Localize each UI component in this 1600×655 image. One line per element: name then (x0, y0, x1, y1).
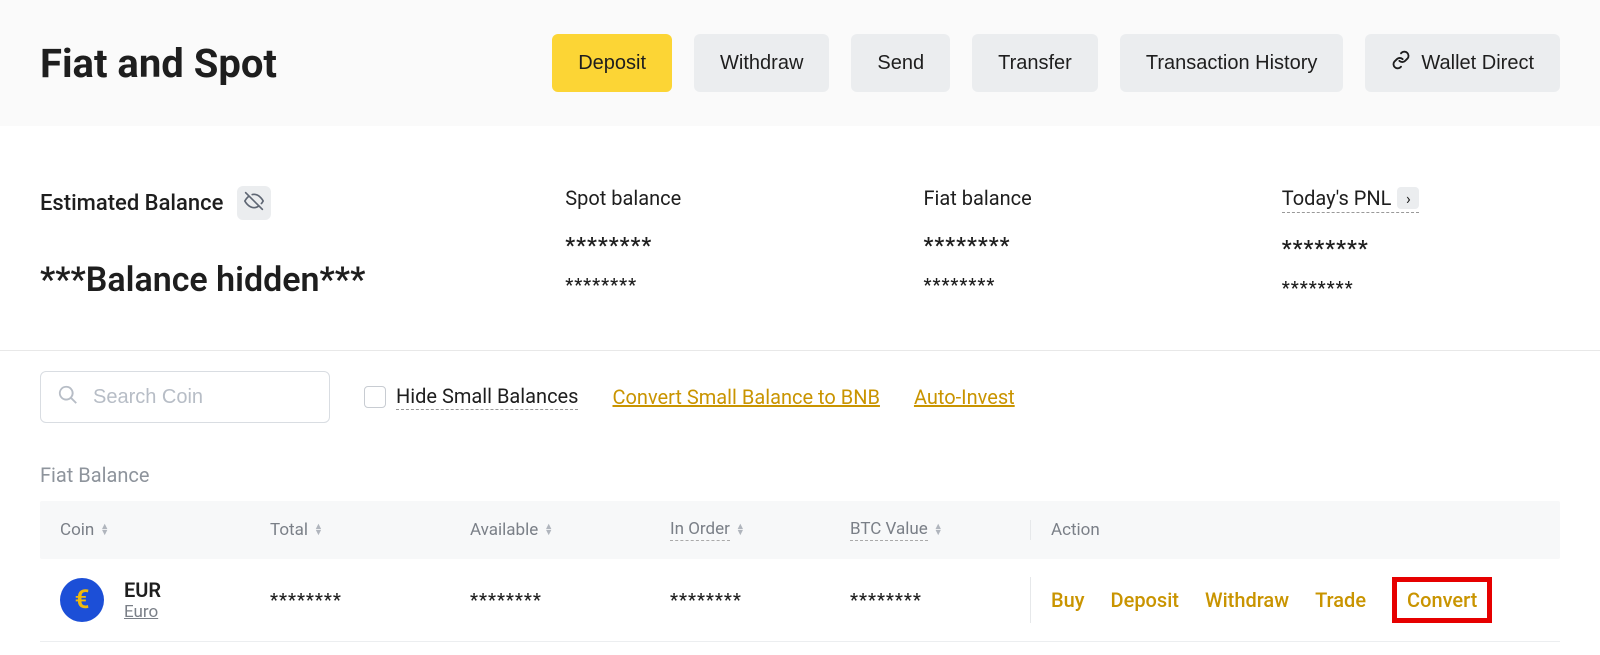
row-action-buy[interactable]: Buy (1051, 588, 1085, 612)
hide-small-balances-label: Hide Small Balances (396, 384, 578, 410)
row-actions: Buy Deposit Withdraw Trade Convert (1030, 577, 1540, 623)
th-action-label: Action (1051, 520, 1100, 540)
balance-section: Estimated Balance ***Balance hidden*** S… (0, 126, 1600, 330)
th-btc-value-label: BTC Value (850, 519, 928, 541)
row-action-withdraw[interactable]: Withdraw (1205, 588, 1289, 612)
header-actions: Deposit Withdraw Send Transfer Transacti… (552, 34, 1560, 92)
pnl-col: Today's PNL › ******** ******** (1282, 186, 1560, 300)
th-in-order-label: In Order (670, 519, 730, 541)
chevron-right-icon: › (1397, 187, 1419, 209)
th-coin[interactable]: Coin ▲▼ (60, 520, 270, 540)
deposit-button[interactable]: Deposit (552, 34, 672, 92)
pnl-value: ******** (1282, 237, 1560, 262)
th-in-order[interactable]: In Order ▲▼ (670, 519, 850, 541)
spot-balance-value: ******** (565, 234, 843, 259)
estimated-balance-col: Estimated Balance ***Balance hidden*** (40, 186, 485, 300)
balance-hidden-text: ***Balance hidden*** (40, 260, 485, 300)
todays-pnl-link[interactable]: Today's PNL › (1282, 186, 1420, 213)
row-action-convert[interactable]: Convert (1407, 588, 1477, 612)
fiat-balance-subvalue: ******** (923, 275, 1201, 296)
row-action-deposit[interactable]: Deposit (1111, 588, 1179, 612)
fiat-balance-col: Fiat balance ******** ******** (923, 186, 1201, 300)
sort-icon: ▲▼ (934, 524, 943, 536)
th-total-label: Total (270, 520, 308, 540)
th-btc-value[interactable]: BTC Value ▲▼ (850, 519, 1030, 541)
coin-symbol: EUR (124, 578, 161, 602)
wallet-direct-button[interactable]: Wallet Direct (1365, 34, 1560, 92)
sort-icon: ▲▼ (314, 524, 323, 536)
transaction-history-button[interactable]: Transaction History (1120, 34, 1344, 92)
table-row: € EUR Euro ******** ******** ******** **… (40, 559, 1560, 642)
search-box[interactable] (40, 371, 330, 423)
spot-balance-col: Spot balance ******** ******** (565, 186, 843, 300)
page-title: Fiat and Spot (40, 40, 277, 87)
th-total[interactable]: Total ▲▼ (270, 520, 470, 540)
search-icon (57, 384, 79, 410)
table-header: Coin ▲▼ Total ▲▼ Available ▲▼ In Order ▲… (40, 501, 1560, 559)
transfer-button[interactable]: Transfer (972, 34, 1098, 92)
convert-highlight: Convert (1392, 577, 1492, 623)
eye-off-icon (244, 191, 264, 215)
th-action: Action (1030, 520, 1540, 540)
link-icon (1391, 50, 1411, 76)
balance-table: Coin ▲▼ Total ▲▼ Available ▲▼ In Order ▲… (40, 501, 1560, 642)
spot-balance-subvalue: ******** (565, 275, 843, 296)
spot-balance-label: Spot balance (565, 186, 843, 210)
send-button[interactable]: Send (851, 34, 950, 92)
wallet-direct-label: Wallet Direct (1421, 52, 1534, 75)
sort-icon: ▲▼ (736, 524, 745, 536)
controls-row: Hide Small Balances Convert Small Balanc… (0, 350, 1600, 441)
coin-cell: € EUR Euro (60, 578, 270, 622)
cell-in-order: ******** (670, 590, 850, 611)
cell-total: ******** (270, 590, 470, 611)
cell-available: ******** (470, 590, 670, 611)
header-bar: Fiat and Spot Deposit Withdraw Send Tran… (0, 0, 1600, 126)
toggle-visibility-button[interactable] (237, 186, 271, 220)
euro-coin-icon: € (60, 578, 104, 622)
fiat-balance-label: Fiat balance (923, 186, 1201, 210)
auto-invest-link[interactable]: Auto-Invest (914, 385, 1015, 409)
fiat-balance-section-label: Fiat Balance (0, 441, 1600, 501)
th-coin-label: Coin (60, 520, 94, 540)
todays-pnl-label: Today's PNL (1282, 186, 1392, 210)
sort-icon: ▲▼ (100, 524, 109, 536)
hide-small-balances-checkbox[interactable] (364, 386, 386, 408)
fiat-balance-value: ******** (923, 234, 1201, 259)
sort-icon: ▲▼ (544, 524, 553, 536)
withdraw-button[interactable]: Withdraw (694, 34, 829, 92)
estimated-balance-label: Estimated Balance (40, 191, 223, 216)
coin-name-link[interactable]: Euro (124, 602, 161, 622)
cell-btc-value: ******** (850, 590, 1030, 611)
search-input[interactable] (93, 386, 313, 409)
th-available[interactable]: Available ▲▼ (470, 520, 670, 540)
th-available-label: Available (470, 520, 538, 540)
convert-small-balance-link[interactable]: Convert Small Balance to BNB (612, 385, 879, 409)
hide-small-balances-group: Hide Small Balances (364, 384, 578, 410)
row-action-trade[interactable]: Trade (1315, 588, 1366, 612)
pnl-subvalue: ******** (1282, 278, 1560, 299)
